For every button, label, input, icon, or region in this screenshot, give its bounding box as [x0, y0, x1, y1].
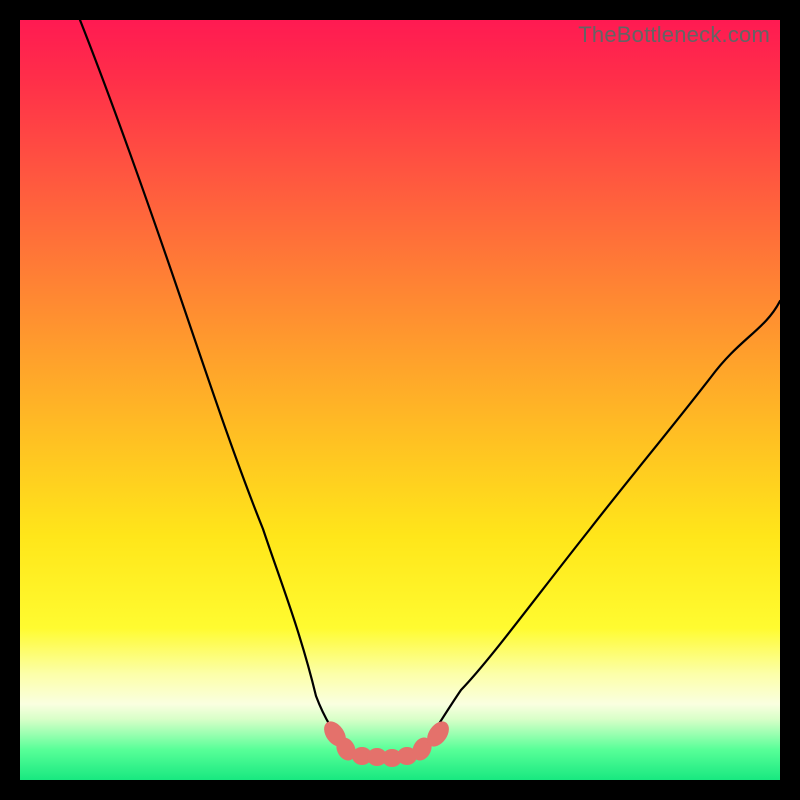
right-curve — [422, 301, 780, 749]
plot-area: TheBottleneck.com — [20, 20, 780, 780]
salmon-blob-cluster — [320, 717, 454, 767]
left-curve — [80, 20, 346, 749]
chart-svg — [20, 20, 780, 780]
outer-frame: TheBottleneck.com — [0, 0, 800, 800]
watermark-text: TheBottleneck.com — [578, 22, 770, 48]
